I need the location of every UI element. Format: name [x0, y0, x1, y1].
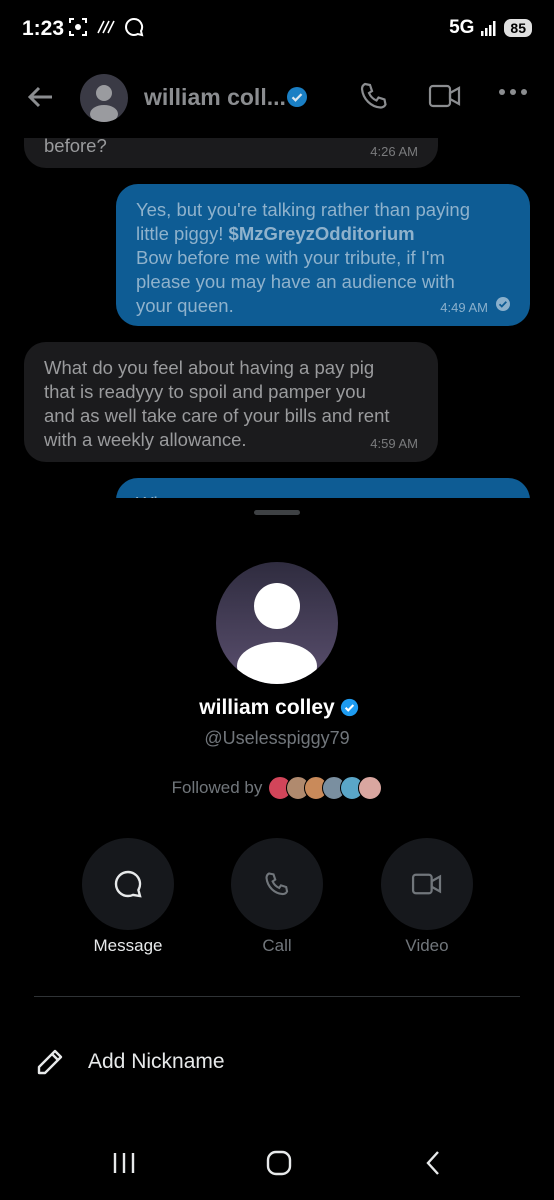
chat-contact-name[interactable]: william coll... [144, 84, 286, 111]
phone-icon [265, 872, 289, 896]
video-icon [411, 873, 442, 895]
follower-avatar [358, 776, 383, 800]
recent-apps-icon[interactable] [112, 1148, 136, 1178]
message-line: Yes, but you're talking rather than payi… [136, 199, 471, 220]
default-avatar-icon [237, 583, 317, 684]
chat-background: before? 4:26 AM Yes, but you're talking … [0, 0, 554, 510]
message-line: little piggy! [136, 223, 229, 244]
message-line: Bow before me with your tribute, if I'm [136, 247, 445, 268]
followed-by-label: Followed by [171, 778, 263, 797]
read-check-icon [496, 297, 510, 311]
avatar[interactable] [80, 74, 128, 122]
message-action[interactable]: Message [82, 838, 174, 956]
video-action[interactable]: Video [381, 838, 473, 956]
followed-by-row[interactable]: Followed by [0, 776, 554, 800]
profile-name-row: william colley [0, 696, 554, 720]
message-line: with a weekly allowance. [44, 429, 247, 450]
divider [34, 996, 520, 997]
back-nav-icon[interactable] [422, 1148, 444, 1178]
cashtag-link[interactable]: $MzGreyzOdditorium [229, 223, 415, 244]
follower-avatars [268, 776, 383, 800]
add-nickname-label: Add Nickname [88, 1050, 225, 1073]
sheet-drag-handle[interactable] [254, 510, 300, 515]
chat-header: william coll... [0, 60, 554, 138]
call-action-label: Call [262, 936, 292, 955]
verified-badge-icon [340, 698, 358, 717]
profile-avatar[interactable] [216, 562, 338, 684]
video-action-label: Video [405, 936, 449, 955]
default-avatar-icon [90, 85, 118, 122]
more-options-icon[interactable] [498, 88, 528, 96]
call-button[interactable] [231, 838, 323, 930]
video-button[interactable] [381, 838, 473, 930]
pencil-icon [37, 1049, 63, 1075]
message-line: that is readyyy to spoil and pamper you [44, 381, 366, 402]
message-bubble-incoming: What do you feel about having a pay pig … [24, 342, 438, 462]
message-button[interactable] [82, 838, 174, 930]
video-icon[interactable] [428, 82, 462, 110]
home-icon[interactable] [265, 1148, 293, 1178]
system-navigation-bar [0, 1130, 554, 1200]
verified-badge-icon [287, 87, 307, 107]
message-time: 4:26 AM [370, 144, 418, 159]
profile-name: william colley [199, 696, 335, 719]
message-line: please you may have an audience with [136, 271, 455, 292]
message-icon [114, 870, 142, 898]
message-time: 4:59 AM [370, 436, 418, 451]
profile-handle: @Uselesspiggy79 [204, 728, 350, 748]
add-nickname-row[interactable]: Add Nickname [34, 1042, 520, 1082]
call-action[interactable]: Call [231, 838, 323, 956]
message-action-label: Message [93, 936, 163, 955]
message-bubble-outgoing: Yes, but you're talking rather than payi… [116, 184, 530, 326]
profile-bottom-sheet: william colley @Uselesspiggy79 Followed … [0, 498, 554, 1200]
phone-icon[interactable] [358, 80, 390, 112]
message-time: 4:49 AM [440, 300, 488, 315]
message-line: What do you feel about having a pay pig [44, 357, 375, 378]
back-arrow-icon[interactable] [24, 80, 58, 114]
message-line: and as well take care of your bills and … [44, 405, 390, 426]
